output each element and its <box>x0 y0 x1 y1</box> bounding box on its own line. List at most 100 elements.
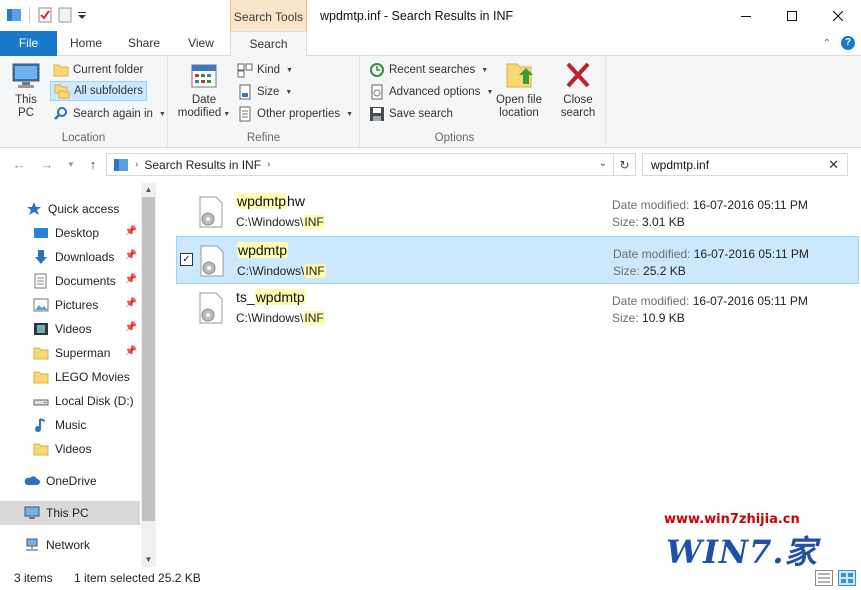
dropdown-caret-icon: ▼ <box>346 110 354 118</box>
path-part: C:\Windows\ <box>236 311 304 325</box>
name-match-highlight: wpdmtp <box>236 193 288 209</box>
nav-label: Documents <box>55 274 116 288</box>
kind-label: Kind <box>257 64 281 76</box>
item-count: 3 items <box>14 571 53 585</box>
scroll-up-icon[interactable]: ▲ <box>141 183 156 197</box>
path-match-highlight: INF <box>303 311 325 325</box>
minimize-button[interactable] <box>723 0 769 31</box>
nav-item-superman[interactable]: Superman 📌 <box>0 341 140 365</box>
date-modified-button[interactable]: Date modified ▼ <box>174 60 234 121</box>
save-search-button[interactable]: Save search <box>366 104 456 124</box>
up-arrow-icon: ↑ <box>89 156 97 172</box>
setup-file-icon <box>199 196 223 228</box>
window-title: wpdmtp.inf - Search Results in INF <box>320 9 514 23</box>
advanced-options-button[interactable]: Advanced options ▼ <box>366 82 496 102</box>
setup-file-icon <box>199 292 223 324</box>
close-button[interactable] <box>815 0 861 31</box>
nav-item-local-disk-d[interactable]: Local Disk (D:) <box>0 389 140 413</box>
maximize-button[interactable] <box>769 0 815 31</box>
folder-icon <box>33 443 49 456</box>
nav-item-this-pc[interactable]: This PC <box>0 501 140 525</box>
all-subfolders-button[interactable]: All subfolders <box>50 81 147 101</box>
dropdown-caret-icon: ▼ <box>481 66 489 74</box>
tab-view[interactable]: View <box>173 31 229 56</box>
large-icons-view-icon <box>838 570 856 586</box>
nav-item-videos-folder[interactable]: Videos <box>0 437 140 461</box>
customize-toolbar-icon[interactable] <box>77 7 87 23</box>
nav-item-music[interactable]: Music <box>0 413 140 437</box>
scroll-down-icon[interactable]: ▼ <box>141 553 156 567</box>
new-folder-icon[interactable] <box>57 7 73 23</box>
search-box[interactable]: wpdmtp.inf ✕ <box>642 153 848 176</box>
nav-item-lego-movies[interactable]: LEGO Movies <box>0 365 140 389</box>
pin-icon[interactable]: 📌 <box>125 298 137 309</box>
tab-share[interactable]: Share <box>115 31 173 56</box>
properties-icon[interactable] <box>37 7 53 23</box>
address-bar[interactable]: › Search Results in INF › ⌄ ↻ <box>106 153 636 176</box>
search-input[interactable]: wpdmtp.inf <box>651 158 709 172</box>
nav-item-documents[interactable]: Documents 📌 <box>0 269 140 293</box>
pin-icon[interactable]: 📌 <box>125 250 137 261</box>
pictures-icon <box>33 298 49 312</box>
open-file-location-button[interactable]: Open file location <box>490 60 548 120</box>
result-date-modified: Date modified: 16-07-2016 05:11 PM <box>612 294 808 308</box>
name-part: hw <box>287 193 305 209</box>
nav-item-desktop[interactable]: Desktop 📌 <box>0 221 140 245</box>
nav-item-network[interactable]: Network <box>0 533 140 557</box>
pin-icon[interactable]: 📌 <box>125 226 137 237</box>
setup-file-icon <box>200 245 224 277</box>
nav-label: Videos <box>55 322 92 336</box>
refresh-icon: ↻ <box>619 157 630 172</box>
explorer-app-icon[interactable] <box>6 7 22 23</box>
up-button[interactable]: ↑ <box>84 155 102 173</box>
address-row: ← → ▼ ↑ › Search Results in INF › ⌄ ↻ wp… <box>0 148 861 180</box>
result-row[interactable]: wpdmtphw C:\Windows\INF Date modified: 1… <box>176 188 859 236</box>
nav-label: LEGO Movies <box>55 370 130 384</box>
current-folder-button[interactable]: Current folder <box>50 60 146 80</box>
scroll-thumb[interactable] <box>142 197 155 521</box>
refresh-button[interactable]: ↻ <box>613 154 635 175</box>
this-pc-button[interactable]: This PC <box>7 60 45 120</box>
result-size: Size: 3.01 KB <box>612 215 685 229</box>
recent-searches-button[interactable]: Recent searches ▼ <box>366 60 491 80</box>
selection-checkbox[interactable]: ✓ <box>180 253 193 266</box>
search-again-in-button[interactable]: Search again in ▼ <box>50 104 169 124</box>
nav-item-downloads[interactable]: Downloads 📌 <box>0 245 140 269</box>
result-row[interactable]: ts_wpdmtp C:\Windows\INF Date modified: … <box>176 284 859 332</box>
size-button[interactable]: Size ▼ <box>234 82 295 102</box>
name-match-highlight: wpdmtp <box>237 242 289 258</box>
collapse-ribbon-icon[interactable]: ⌃ <box>823 38 831 49</box>
help-icon[interactable]: ? <box>841 36 855 50</box>
tab-home[interactable]: Home <box>57 31 115 56</box>
close-search-label-1: Close <box>563 94 593 106</box>
close-search-button[interactable]: Close search <box>556 60 600 120</box>
folder-icon <box>33 371 49 384</box>
nav-scrollbar[interactable]: ▲ ▼ <box>141 183 156 567</box>
recent-locations-button[interactable]: ▼ <box>62 155 80 173</box>
tab-search[interactable]: Search <box>230 31 307 57</box>
maximize-icon <box>787 10 797 21</box>
back-button[interactable]: ← <box>10 155 28 173</box>
pin-icon[interactable]: 📌 <box>125 322 137 333</box>
pin-icon[interactable]: 📌 <box>125 274 137 285</box>
other-properties-button[interactable]: Other properties ▼ <box>234 104 356 124</box>
details-view-button[interactable] <box>815 570 833 586</box>
search-again-in-label: Search again in <box>73 108 153 120</box>
kind-button[interactable]: Kind ▼ <box>234 60 296 80</box>
kind-icon <box>237 63 253 78</box>
nav-item-videos[interactable]: Videos 📌 <box>0 317 140 341</box>
nav-item-pictures[interactable]: Pictures 📌 <box>0 293 140 317</box>
clear-search-icon[interactable]: ✕ <box>828 157 839 173</box>
nav-item-quick-access[interactable]: Quick access <box>0 197 140 221</box>
result-row-selected[interactable]: ✓ wpdmtp C:\Windows\INF Date modified: 1… <box>176 236 859 284</box>
breadcrumb-search-results[interactable]: Search Results in INF <box>144 158 261 172</box>
size-value: 25.2 KB <box>643 264 686 278</box>
nav-label: Quick access <box>48 202 120 216</box>
address-dropdown-icon[interactable]: ⌄ <box>599 158 607 169</box>
large-icons-view-button[interactable] <box>838 570 856 586</box>
nav-label: Music <box>55 418 87 432</box>
forward-button[interactable]: → <box>38 155 56 173</box>
pin-icon[interactable]: 📌 <box>125 346 137 357</box>
nav-item-onedrive[interactable]: OneDrive <box>0 469 140 493</box>
tab-file[interactable]: File <box>0 31 57 56</box>
